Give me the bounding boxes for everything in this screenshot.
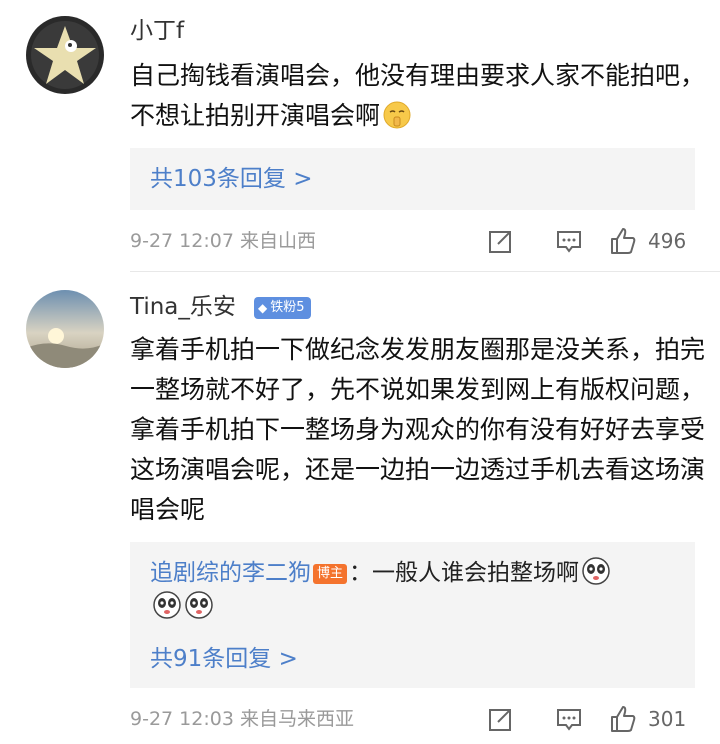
comment-icon[interactable] — [554, 704, 584, 734]
panda-emoji-icon — [582, 557, 610, 585]
fan-badge-label: 铁粉5 — [270, 300, 305, 315]
author-tag: 博主 — [313, 564, 348, 584]
comment-meta: 9-27 12:07 来自山西 — [130, 230, 316, 252]
reply-box[interactable]: 追剧综的李二狗 博主 ：一般人谁会拍整场啊 共91条回复 > — [130, 542, 695, 688]
view-replies-link[interactable]: 共91条回复 > — [150, 644, 298, 674]
username[interactable]: 小丁f — [130, 16, 184, 46]
shush-face-emoji-icon — [383, 101, 411, 129]
thumb-up-icon[interactable] — [608, 704, 638, 734]
view-replies-link[interactable]: 共103条回复 > — [150, 164, 312, 194]
panda-emoji-icon — [153, 591, 181, 619]
comment-text: 自己掏钱看演唱会，他没有理由要求人家不能拍吧，不想让拍别开演唱会啊 — [130, 56, 705, 136]
avatar[interactable] — [26, 290, 104, 368]
sub-comment: 追剧综的李二狗 博主 ：一般人谁会拍整场啊 — [150, 556, 680, 624]
like-count: 496 — [648, 229, 687, 253]
like-count: 301 — [648, 707, 687, 731]
fan-badge[interactable]: ◆ 铁粉5 — [254, 297, 311, 319]
thumb-up-icon[interactable] — [608, 226, 638, 256]
diamond-icon: ◆ — [258, 301, 268, 315]
comment-actions: 496 — [486, 226, 696, 256]
share-icon[interactable] — [486, 226, 516, 256]
reply-box[interactable]: 共103条回复 > — [130, 148, 695, 210]
sub-comment-author[interactable]: 追剧综的李二狗 — [150, 560, 311, 586]
comment-item: Tina_乐安 ◆ 铁粉5 拿着手机拍一下做纪念发发朋友圈那是没关系，拍完一整场… — [0, 272, 720, 744]
comment-text: 拿着手机拍一下做纪念发发朋友圈那是没关系，拍完一整场就不好了，先不说如果发到网上… — [130, 335, 706, 524]
comment-meta: 9-27 12:03 来自马来西亚 — [130, 708, 354, 730]
panda-emoji-icon — [185, 591, 213, 619]
username[interactable]: Tina_乐安 — [130, 292, 236, 322]
comment-actions: 301 — [486, 704, 696, 734]
comment-icon[interactable] — [554, 226, 584, 256]
comment-item: 小丁f 自己掏钱看演唱会，他没有理由要求人家不能拍吧，不想让拍别开演唱会啊 共1… — [0, 0, 720, 272]
share-icon[interactable] — [486, 704, 516, 734]
sub-comment-text: ：一般人谁会拍整场啊 — [349, 560, 580, 586]
comment-text-content: 自己掏钱看演唱会，他没有理由要求人家不能拍吧，不想让拍别开演唱会啊 — [130, 61, 706, 130]
avatar[interactable] — [26, 16, 104, 94]
